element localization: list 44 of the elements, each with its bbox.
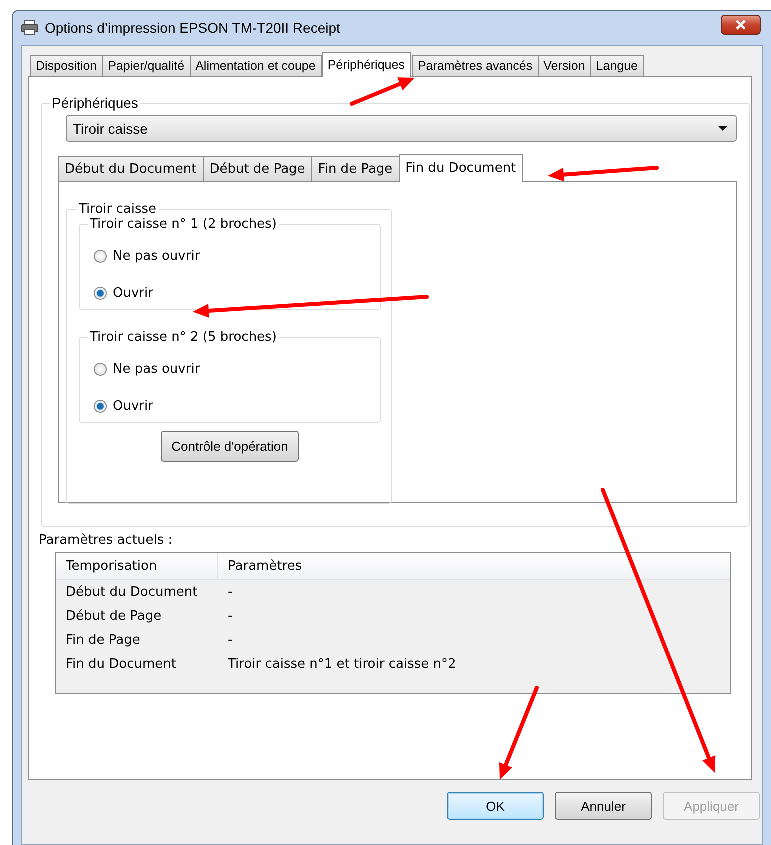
tab[interactable]: Début de Page <box>202 156 312 181</box>
tab[interactable]: Paramètres avancés <box>412 55 539 76</box>
window-title: Options d’impression EPSON TM-T20II Receipt <box>45 20 342 36</box>
tab[interactable]: Fin du Document <box>398 154 524 182</box>
radio-label: Ouvrir <box>113 286 154 301</box>
radio-label: Ne pas ouvrir <box>113 249 200 264</box>
group-label: Tiroir caisse <box>78 202 158 217</box>
table-cell-text: - <box>227 632 234 648</box>
table-cell-text: Début du Document <box>65 584 199 600</box>
tab[interactable]: Début du Document <box>58 156 204 181</box>
dialog-button[interactable]: OK <box>447 792 544 820</box>
group-label: Tiroir caisse n° 2 (5 broches) <box>89 330 278 345</box>
tab[interactable]: Langue <box>590 55 644 76</box>
radio-label: Ne pas ouvrir <box>113 362 200 377</box>
radio-button[interactable] <box>94 363 107 376</box>
radio-button[interactable] <box>94 287 107 300</box>
dialog-button[interactable]: Annuler <box>555 792 652 820</box>
close-icon <box>735 20 747 30</box>
device-dropdown[interactable]: Tiroir caisse <box>66 115 737 142</box>
group-label: Tiroir caisse n° 1 (2 broches) <box>89 217 278 232</box>
tab[interactable]: Alimentation et coupe <box>190 55 322 76</box>
printer-icon <box>21 20 39 36</box>
table-cell-text: - <box>227 608 234 624</box>
table-cell-text: Début de Page <box>65 608 163 624</box>
tab[interactable]: Périphériques <box>322 52 411 77</box>
tab[interactable]: Disposition <box>30 55 104 76</box>
table-cell-text: Fin du Document <box>65 656 178 672</box>
table-cell-text: Fin de Page <box>65 632 142 648</box>
radio-label: Ouvrir <box>113 399 154 414</box>
section-label: Paramètres actuels : <box>39 533 174 548</box>
radio-button[interactable] <box>94 250 107 263</box>
close-button[interactable] <box>721 15 761 35</box>
tab[interactable]: Papier/qualité <box>102 55 191 76</box>
tab[interactable]: Fin de Page <box>311 156 400 181</box>
caret-icon <box>718 126 728 132</box>
tab[interactable]: Version <box>538 55 592 76</box>
annotation-arrow <box>350 78 415 106</box>
table-cell-text: - <box>227 584 234 600</box>
group-label: Périphériques <box>51 95 140 111</box>
radio-button[interactable] <box>94 400 107 413</box>
operation-test-button[interactable]: Contrôle d'opération <box>160 431 300 462</box>
column-header[interactable]: Temporisation <box>56 553 218 579</box>
table-cell-text: Tiroir caisse n°1 et tiroir caisse n°2 <box>227 656 458 672</box>
column-header[interactable]: Paramètres <box>218 553 312 579</box>
